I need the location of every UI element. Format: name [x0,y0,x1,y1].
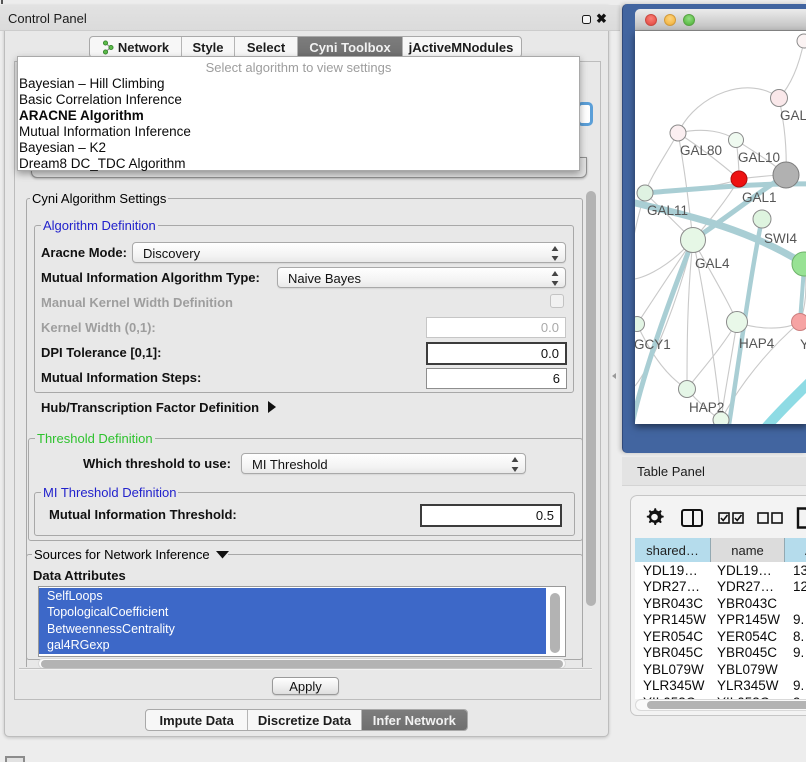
svg-text:GAL4: GAL4 [695,256,730,271]
svg-text:HAP4: HAP4 [739,336,775,351]
svg-text:GAL1: GAL1 [742,190,777,205]
svg-text:SWI4: SWI4 [764,231,797,246]
svg-text:GAL10: GAL10 [738,150,780,165]
svg-text:GCY1: GCY1 [635,337,671,352]
svg-text:Y: Y [800,337,806,352]
svg-text:GAL2: GAL2 [780,108,806,123]
svg-text:HAP2: HAP2 [689,400,724,415]
svg-text:GAL80: GAL80 [680,143,722,158]
svg-text:GAL11: GAL11 [647,203,688,218]
